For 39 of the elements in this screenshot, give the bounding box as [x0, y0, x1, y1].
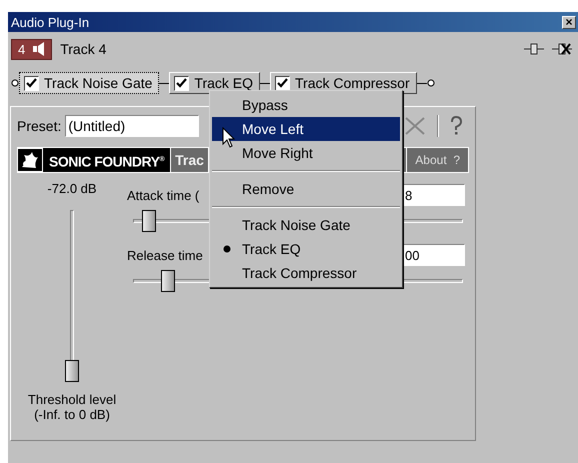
slider-label: Attack time ( [127, 188, 200, 202]
remove-plug-in-icon[interactable] [552, 42, 572, 56]
window-title: Audio Plug-In [11, 14, 90, 30]
pointer-icon [222, 127, 236, 149]
brand-name: SONIC FOUNDRY$^{®}$ [43, 148, 170, 172]
threshold-label: Threshold level (-Inf. to 0 dB) [28, 392, 116, 422]
track-name: Track 4 [60, 41, 106, 57]
checkbox[interactable] [174, 76, 190, 90]
plug-in-tab[interactable]: Track Noise Gate [19, 72, 160, 94]
chain-start-icon [11, 79, 19, 87]
menu-item[interactable]: Track Noise Gate [212, 213, 400, 237]
checkbox[interactable] [24, 76, 39, 90]
threshold-slider[interactable] [65, 210, 79, 382]
plug-in-icon[interactable] [524, 43, 544, 55]
slider-thumb[interactable] [142, 210, 156, 232]
menu-item[interactable]: Track EQ [212, 237, 400, 261]
plug-in-tab[interactable]: Track EQ [169, 72, 260, 94]
plug-in-name: Trac [171, 148, 208, 172]
value-field[interactable]: 00 [401, 244, 465, 266]
about-button[interactable]: About ? [407, 148, 468, 172]
menu-item[interactable]: Move Right [212, 141, 400, 165]
slider-thumb[interactable] [160, 270, 175, 292]
menu-item[interactable]: Track Compressor [212, 261, 400, 285]
preset-label: Preset: [17, 118, 62, 134]
threshold-reading: -72.0 dB [47, 181, 97, 196]
value-field[interactable]: 8 [401, 184, 465, 206]
menu-item[interactable]: Bypass [212, 93, 400, 117]
close-button[interactable]: × [562, 16, 576, 28]
menu-item[interactable]: Move Left [212, 117, 400, 141]
radio-dot-icon [223, 245, 231, 253]
preset-field[interactable]: (Untitled) [65, 115, 200, 137]
checkbox[interactable] [275, 76, 290, 90]
menu-item[interactable]: Remove [212, 177, 400, 201]
help-icon[interactable] [449, 116, 463, 136]
slider-thumb[interactable] [65, 360, 79, 382]
slider-label: Release time [127, 248, 203, 262]
delete-icon[interactable] [403, 115, 427, 137]
speaker-icon [33, 42, 46, 56]
track-number: 4 [18, 42, 26, 56]
